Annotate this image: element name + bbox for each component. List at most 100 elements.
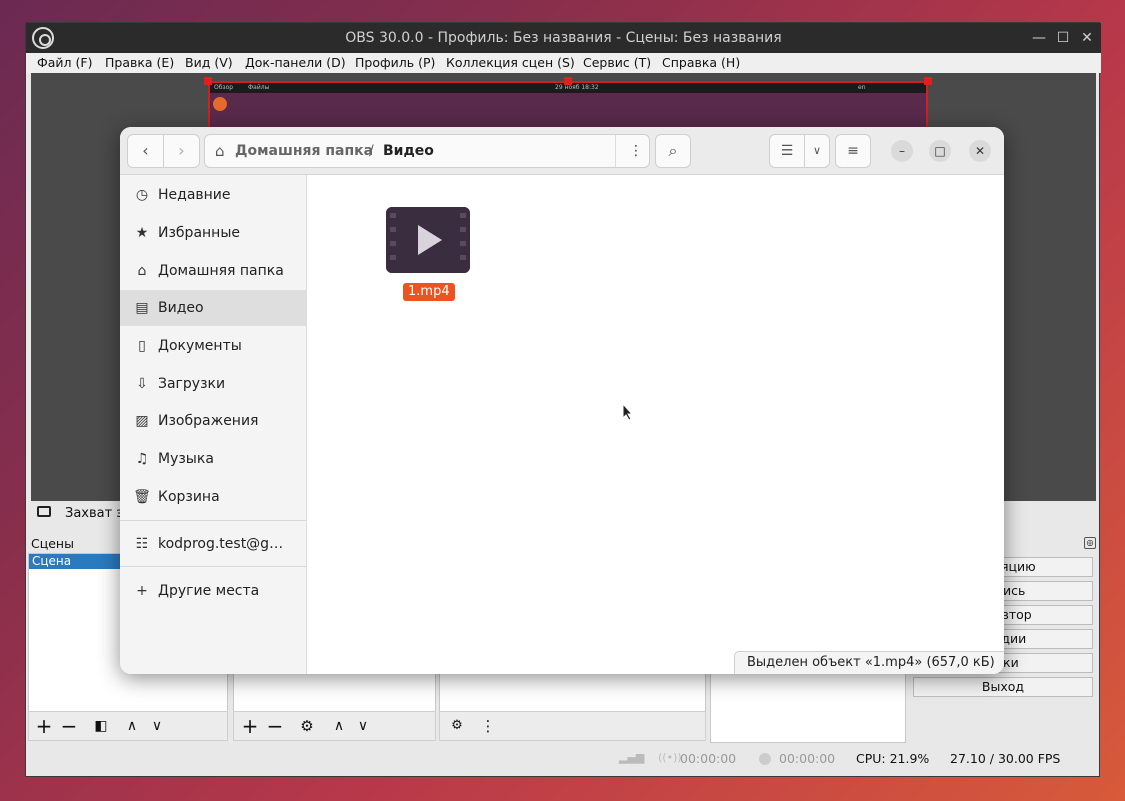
sidebar-item-recent[interactable]: ◷ Недавние: [120, 177, 306, 213]
record-time: 00:00:00: [779, 751, 836, 766]
firefox-icon: [213, 97, 227, 111]
star-icon: ★: [135, 225, 149, 241]
path-divider: [615, 135, 616, 167]
sidebar-separator: [120, 566, 306, 567]
stream-icon: ((•)): [658, 751, 682, 764]
hamburger-menu-button[interactable]: ≡: [835, 134, 871, 168]
video-file-icon[interactable]: [386, 207, 470, 273]
move-down-icon[interactable]: ∨: [352, 715, 374, 737]
home-icon: ⌂: [215, 142, 225, 160]
files-headerbar[interactable]: ‹ › ⌂ Домашняя папка / Видео ⋮ ⌕ ☰ ∨ ≡ –…: [120, 127, 1004, 175]
menu-help[interactable]: Справка (H): [662, 53, 740, 73]
sidebar-item-starred[interactable]: ★ Избранные: [120, 215, 306, 251]
mixer-toolbar: ⚙ ⋮: [439, 711, 706, 741]
sidebar-item-home[interactable]: ⌂ Домашняя папка: [120, 253, 306, 289]
scene-filters-icon[interactable]: ◧: [90, 715, 112, 737]
minimize-icon[interactable]: –: [891, 140, 913, 162]
maximize-icon[interactable]: ☐: [1054, 29, 1072, 47]
menu-profile[interactable]: Профиль (P): [355, 53, 435, 73]
obs-statusbar: ▂▄▆ ((•)) 00:00:00 00:00:00 CPU: 21.9% 2…: [26, 745, 1101, 773]
dock-float-icon[interactable]: ◎: [1084, 537, 1096, 549]
back-button[interactable]: ‹: [127, 134, 164, 168]
fps-readout: 27.10 / 30.00 FPS: [950, 751, 1061, 766]
sidebar-item-pictures[interactable]: ▨ Изображения: [120, 403, 306, 439]
path-home-segment[interactable]: Домашняя папка: [235, 135, 373, 167]
obs-menubar: Файл (F) Правка (E) Вид (V) Док-панели (…: [26, 53, 1101, 73]
obs-window-title: OBS 30.0.0 - Профиль: Без названия - Сце…: [345, 30, 782, 46]
obs-titlebar[interactable]: OBS 30.0.0 - Профиль: Без названия - Сце…: [26, 23, 1101, 53]
document-icon: ▯: [138, 338, 146, 354]
resize-handle[interactable]: [204, 77, 212, 85]
captured-app-label: Файлы: [248, 84, 270, 91]
resize-handle[interactable]: [924, 77, 932, 85]
record-dot-icon: [759, 753, 771, 765]
sidebar-item-downloads[interactable]: ⇩ Загрузки: [120, 366, 306, 402]
sidebar-item-music[interactable]: ♫ Музыка: [120, 441, 306, 477]
move-up-icon[interactable]: ∧: [121, 715, 143, 737]
menu-file[interactable]: Файл (F): [37, 53, 92, 73]
source-properties-icon[interactable]: ⚙: [296, 715, 318, 737]
sidebar-separator: [120, 520, 306, 521]
menu-view[interactable]: Вид (V): [185, 53, 233, 73]
server-icon: ☷: [135, 536, 149, 552]
resize-handle[interactable]: [564, 77, 572, 85]
home-icon: ⌂: [137, 263, 147, 279]
captured-activities-label: Обзор: [214, 84, 234, 91]
scenes-dock-title: Сцены: [31, 536, 74, 551]
add-scene-icon[interactable]: +: [33, 715, 55, 737]
path-current-segment[interactable]: Видео: [383, 135, 434, 167]
network-signal-icon: ▂▄▆: [619, 751, 645, 764]
scenes-toolbar: + − ◧ ∧ ∨: [28, 711, 228, 741]
menu-docks[interactable]: Док-панели (D): [245, 53, 346, 73]
clock-icon: ◷: [135, 187, 149, 203]
music-icon: ♫: [135, 451, 149, 467]
download-icon: ⇩: [136, 376, 148, 392]
play-icon: [386, 207, 470, 273]
remove-scene-icon[interactable]: −: [58, 715, 80, 737]
path-separator: /: [369, 143, 374, 159]
more-options-icon[interactable]: ⋮: [477, 715, 499, 737]
sidebar-item-other-locations[interactable]: + Другие места: [120, 573, 306, 609]
search-button[interactable]: ⌕: [655, 134, 691, 168]
file-name-label[interactable]: 1.mp4: [403, 283, 455, 301]
chevron-down-icon[interactable]: ∨: [804, 134, 830, 168]
minimize-icon[interactable]: —: [1030, 29, 1048, 47]
list-view-button[interactable]: ☰: [769, 134, 805, 168]
path-bar[interactable]: ⌂ Домашняя папка / Видео ⋮: [204, 134, 650, 168]
film-icon: ▤: [135, 300, 149, 316]
move-up-icon[interactable]: ∧: [328, 715, 350, 737]
trash-icon: 🗑: [133, 489, 151, 505]
menu-tools[interactable]: Сервис (T): [583, 53, 651, 73]
forward-button[interactable]: ›: [163, 134, 200, 168]
stream-time: 00:00:00: [680, 751, 737, 766]
image-icon: ▨: [135, 413, 149, 429]
close-icon[interactable]: ✕: [1078, 29, 1096, 47]
maximize-icon[interactable]: □: [929, 140, 951, 162]
places-sidebar: ◷ Недавние ★ Избранные ⌂ Домашняя папка ▤ Ви…: [120, 175, 307, 674]
plus-icon: +: [136, 583, 148, 599]
transitions-dock: [710, 663, 906, 743]
file-view[interactable]: 1.mp4: [307, 175, 1004, 674]
remove-source-icon[interactable]: −: [264, 715, 286, 737]
captured-lang: en: [858, 84, 866, 91]
add-source-icon[interactable]: +: [239, 715, 261, 737]
menu-edit[interactable]: Правка (E): [105, 53, 174, 73]
monitor-icon: [37, 506, 51, 517]
exit-button[interactable]: Выход: [913, 677, 1093, 697]
sources-toolbar: + − ⚙ ∧ ∨: [233, 711, 436, 741]
search-icon: ⌕: [668, 141, 678, 160]
sidebar-item-online-account[interactable]: ☷ kodprog.test@g…: [120, 526, 306, 562]
sidebar-item-documents[interactable]: ▯ Документы: [120, 328, 306, 364]
path-menu-icon[interactable]: ⋮: [629, 135, 643, 167]
captured-clock: 29 нояб 18:32: [555, 84, 599, 91]
cpu-usage: CPU: 21.9%: [856, 751, 930, 766]
move-down-icon[interactable]: ∨: [146, 715, 168, 737]
files-window: ‹ › ⌂ Домашняя папка / Видео ⋮ ⌕ ☰ ∨ ≡ –…: [120, 127, 1004, 674]
sidebar-item-trash[interactable]: 🗑 Корзина: [120, 479, 306, 515]
sidebar-item-videos[interactable]: ▤ Видео: [120, 290, 306, 326]
mouse-cursor-icon: [622, 403, 634, 421]
selection-status: Выделен объект «1.mp4» (657,0 кБ): [734, 651, 1004, 674]
advanced-audio-icon[interactable]: ⚙: [446, 715, 468, 737]
close-icon[interactable]: ✕: [969, 140, 991, 162]
menu-scene-collection[interactable]: Коллекция сцен (S): [446, 53, 575, 73]
